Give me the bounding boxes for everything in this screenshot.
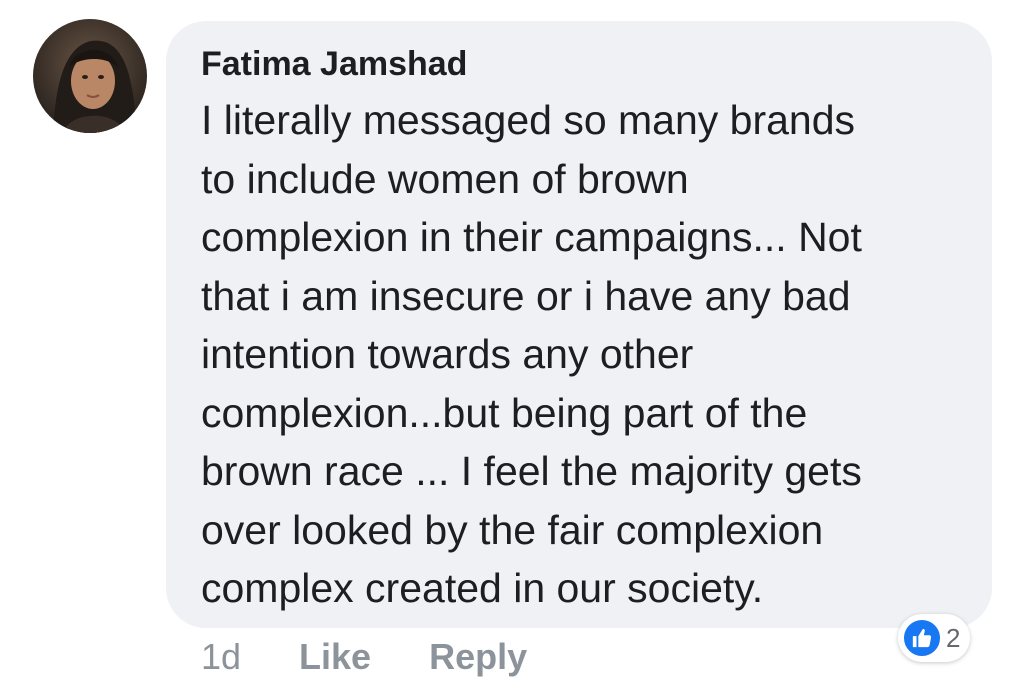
comment-text-line: I literally messaged so many brands: [201, 97, 856, 143]
comment-timestamp[interactable]: 1d: [201, 636, 241, 678]
reaction-count: 2: [946, 622, 961, 653]
comment-text: I literally messaged so many brands to i…: [201, 91, 971, 618]
comment-actions: 1d Like Reply: [201, 634, 527, 680]
avatar[interactable]: [33, 19, 147, 133]
avatar-photo: [33, 19, 147, 133]
comment-text-line: complex created in our society.: [201, 565, 764, 611]
comment-page: Fatima Jamshad I literally messaged so m…: [0, 0, 1024, 694]
comment-text-line: brown race ... I feel the majority gets: [201, 448, 862, 494]
reply-button[interactable]: Reply: [429, 636, 527, 678]
comment-text-line: intention towards any other: [201, 331, 694, 377]
like-icon: [902, 618, 942, 658]
comment-text-line: that i am insecure or i have any bad: [201, 272, 851, 319]
like-button[interactable]: Like: [299, 636, 371, 678]
comment-text-line: complexion...but being part of the: [201, 389, 808, 436]
comment-text-line: to include women of brown: [201, 155, 689, 202]
reaction-summary[interactable]: 2: [898, 614, 971, 662]
comment-text-line: over looked by the fair complexion: [201, 506, 824, 553]
comment-text-line: complexion in their campaigns... Not: [201, 214, 862, 260]
comment-author[interactable]: Fatima Jamshad: [201, 42, 467, 86]
